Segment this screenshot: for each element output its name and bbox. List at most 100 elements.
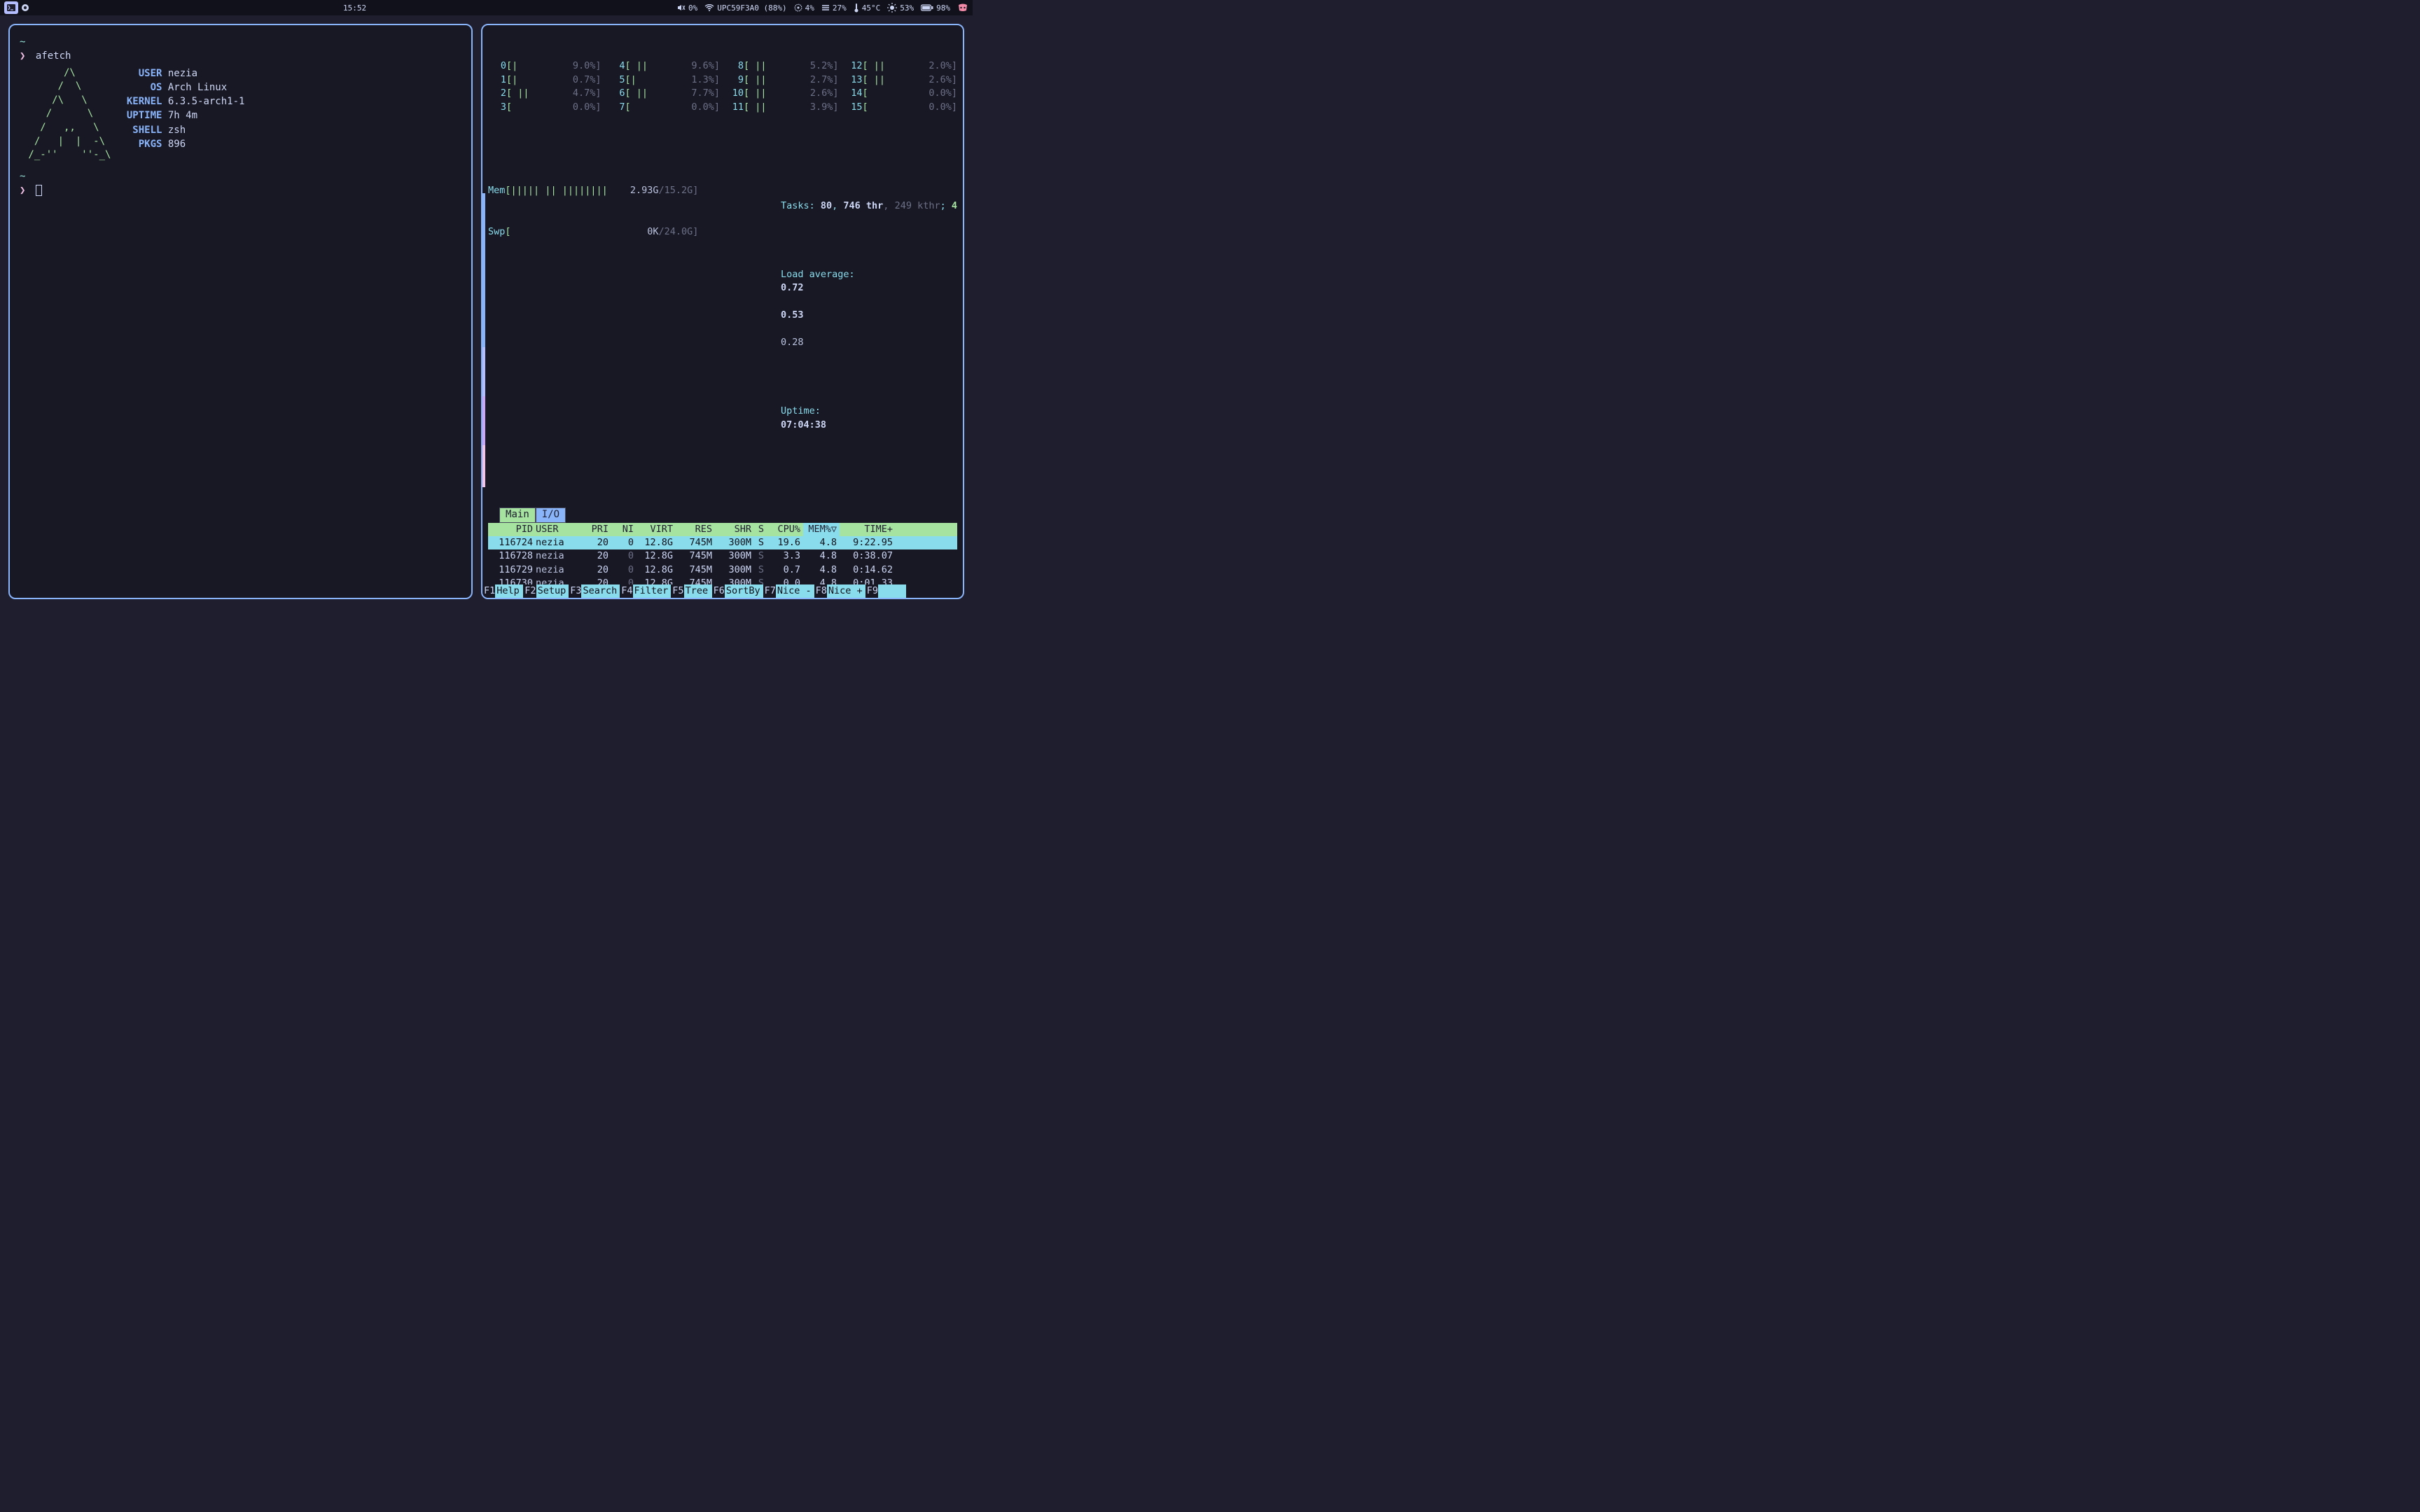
sysinfo-key: SHELL (120, 123, 162, 137)
sysinfo-key: OS (120, 80, 162, 94)
sun-icon (887, 3, 897, 13)
sysinfo-value: 896 (162, 139, 186, 150)
volume-indicator[interactable]: 0% (677, 4, 697, 13)
fkey-f4[interactable]: F4Filter (620, 584, 671, 598)
cpu-meter: 5[| 1.3%] (607, 74, 721, 88)
cpu-meter: 7[ 0.0%] (607, 101, 721, 115)
col-pid[interactable]: PID (492, 523, 536, 536)
prompt-line-2: ~ (20, 169, 461, 183)
sysinfo-value: 7h 4m (162, 110, 197, 121)
prompt-char: ❯ (20, 50, 25, 62)
system-load-indicator[interactable]: 4% (794, 4, 814, 13)
cpu-meter: 14[ 0.0%] (844, 87, 958, 101)
col-shr[interactable]: SHR (715, 523, 754, 536)
htop-tabs[interactable]: Main I/O (499, 507, 957, 523)
cpu-meters: 0[| 9.0%]4[ || 9.6%]8[ || 5.2%]12[ || 2.… (488, 59, 957, 114)
sysinfo-key: UPTIME (120, 108, 162, 122)
terminal-htop[interactable]: 0[| 9.0%]4[ || 9.6%]8[ || 5.2%]12[ || 2.… (481, 24, 964, 599)
fkey-f1[interactable]: F1Help (482, 584, 523, 598)
col-pri[interactable]: PRI (579, 523, 611, 536)
tab-io[interactable]: I/O (536, 507, 566, 523)
tab-main[interactable]: Main (499, 507, 536, 523)
battery-icon (921, 4, 933, 11)
status-bar: 15:52 0% UPC59F3A0 (88%) 4% 27% (0, 0, 973, 15)
process-row[interactable]: 116728nezia20012.8G745M300MS3.34.80:38.0… (488, 550, 957, 564)
volume-mute-icon (677, 4, 686, 12)
process-row[interactable]: 116724nezia20012.8G745M300MS19.64.89:22.… (488, 536, 957, 550)
col-mem[interactable]: MEM%▽ (803, 523, 840, 536)
cpu-meter: 13[ || 2.6%] (844, 74, 958, 88)
process-row[interactable]: 116729nezia20012.8G745M300MS0.74.80:14.6… (488, 564, 957, 578)
col-cpu[interactable]: CPU% (767, 523, 803, 536)
brightness-indicator[interactable]: 53% (887, 3, 914, 13)
uptime-line: Uptime: 07:04:38 (712, 391, 957, 446)
wifi-icon (704, 4, 714, 11)
sysinfo-value: 6.3.5-arch1-1 (162, 96, 244, 107)
volume-value: 0% (688, 4, 697, 13)
fkey-f6[interactable]: F6SortBy (712, 584, 763, 598)
disk-value: 27% (833, 4, 847, 13)
col-res[interactable]: RES (676, 523, 715, 536)
disk-icon (821, 4, 830, 11)
fkey-f7[interactable]: F7Nice - (763, 584, 814, 598)
process-header[interactable]: PID USER PRI NI VIRT RES SHR S CPU% MEM%… (488, 523, 957, 536)
sysinfo-key: KERNEL (120, 94, 162, 108)
col-s[interactable]: S (754, 523, 767, 536)
fkey-f8[interactable]: F8Nice + (814, 584, 865, 598)
battery-indicator[interactable]: 98% (921, 4, 950, 13)
cpu-meter: 12[ || 2.0%] (844, 59, 958, 74)
cpu-meter: 1[| 0.7%] (488, 74, 601, 88)
cpu-meter: 8[ || 5.2%] (725, 59, 838, 74)
col-time[interactable]: TIME+ (840, 523, 896, 536)
disk-indicator[interactable]: 27% (821, 4, 847, 13)
tray-discord[interactable] (957, 4, 968, 12)
workspaces[interactable] (4, 1, 32, 14)
fkey-f5[interactable]: F5Tree (671, 584, 711, 598)
sysinfo-table: USER nezia OS Arch Linux KERNEL 6.3.5-ar… (120, 66, 244, 162)
clock: 15:52 (343, 4, 366, 13)
htop-meters: 0[| 9.0%]4[ || 9.6%]8[ || 5.2%]12[ || 2.… (488, 32, 957, 500)
cpu-meter: 10[ || 2.6%] (725, 87, 838, 101)
cpu-meter: 6[ || 7.7%] (607, 87, 721, 101)
prompt-line-1: ~ (20, 35, 461, 49)
brightness-value: 53% (900, 4, 914, 13)
sysinfo-key: PKGS (120, 137, 162, 151)
cpu-meter: 3[ 0.0%] (488, 101, 601, 115)
prompt-input-line[interactable]: ❯ (20, 183, 461, 197)
sysinfo-value: Arch Linux (162, 82, 227, 93)
sysinfo-value: zsh (162, 125, 186, 136)
prompt-cwd: ~ (20, 36, 25, 48)
temperature-value: 45°C (862, 4, 881, 13)
cpu-meter: 0[| 9.0%] (488, 59, 601, 74)
cpu-meter: 2[ || 4.7%] (488, 87, 601, 101)
discord-icon (957, 4, 968, 12)
cpu-meter: 11[ || 3.9%] (725, 101, 838, 115)
ascii-art: /\ / \ /\ \ / \ / ,, \ / | | -\ /_-'' ''… (22, 66, 111, 162)
wifi-indicator[interactable]: UPC59F3A0 (88%) (704, 4, 786, 13)
col-ni[interactable]: NI (611, 523, 637, 536)
cursor (36, 185, 42, 196)
col-user[interactable]: USER (536, 523, 579, 536)
load-line: Load average: 0.72 0.53 0.28 (712, 254, 957, 364)
terminal-left[interactable]: ~ ❯ afetch /\ / \ /\ \ / \ / ,, \ / | | … (8, 24, 473, 599)
workspace-circle-icon[interactable] (18, 1, 32, 14)
tasks-line: Tasks: 80, 746 thr, 249 kthr; 4 (712, 186, 957, 227)
prompt-cwd: ~ (20, 171, 25, 182)
gear-icon (794, 4, 802, 12)
fkey-f9[interactable]: F9 (865, 584, 906, 598)
workspace-terminal-icon[interactable] (4, 1, 18, 14)
prompt-char: ❯ (20, 185, 25, 196)
mem-meter: Mem [||||| || |||||||| 2.93G/15.2G] (488, 184, 698, 198)
sysinfo-key: USER (120, 66, 162, 80)
temperature-indicator[interactable]: 45°C (854, 3, 881, 13)
fkey-f2[interactable]: F2Setup (523, 584, 569, 598)
col-virt[interactable]: VIRT (637, 523, 676, 536)
function-keys[interactable]: F1Help F2Setup F3SearchF4FilterF5Tree F6… (482, 584, 963, 598)
swap-meter: Swp [ 0K/24.0G] (488, 225, 698, 239)
battery-value: 98% (936, 4, 950, 13)
system-load-value: 4% (805, 4, 814, 13)
scroll-indicator (481, 193, 485, 487)
thermometer-icon (854, 3, 859, 13)
fkey-f3[interactable]: F3Search (569, 584, 620, 598)
typed-command: afetch (36, 50, 71, 62)
